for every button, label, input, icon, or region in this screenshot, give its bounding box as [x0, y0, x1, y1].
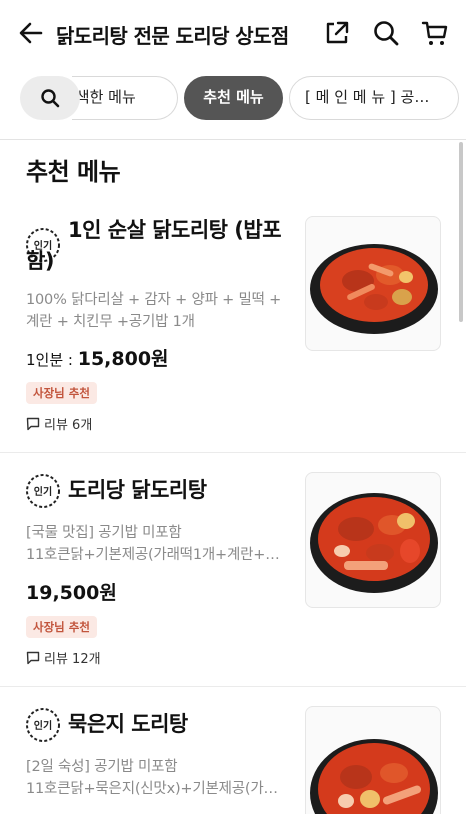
menu-item-price: 19,500원 [26, 582, 117, 604]
tab-main-menu[interactable]: [ 메 인 메 뉴 ] 공기밥 미포함 [289, 76, 459, 120]
menu-item[interactable]: 인기 도리당 닭도리탕 [국물 맛집] 공기밥 미포함 11호큰닭+기본제공(가… [0, 454, 466, 687]
search-icon [41, 89, 60, 108]
price-prefix: 1인분 : [26, 351, 78, 369]
menu-item-name: 묵은지 도리탕 [68, 712, 188, 736]
review-count-text: 리뷰 6개 [44, 418, 93, 433]
menu-item-name: 1인 순살 닭도리탕 (밥포함) [26, 218, 282, 273]
menu-search-button[interactable] [20, 76, 80, 120]
menu-item[interactable]: 인기 묵은지 도리탕 [2일 숙성] 공기밥 미포함 11호큰닭+묵은지(신맛x… [0, 688, 466, 814]
review-count: 리뷰 6개 [26, 414, 92, 433]
arrow-left-icon [19, 22, 43, 44]
dakdoritang-photo-icon [310, 244, 438, 334]
price-value: 15,800원 [77, 348, 169, 370]
menu-item[interactable]: 인기 1인 순살 닭도리탕 (밥포함) 100% 닭다리살 + 감자 + 양파 … [0, 196, 466, 453]
description-line: 11호큰닭+기본제공(가래떡1개+계란+… [26, 547, 280, 563]
app-header: 닭도리탕 전문 도리당 상도점 [0, 0, 466, 66]
back-button[interactable] [16, 18, 46, 48]
menu-item-image[interactable] [305, 472, 441, 608]
description-line: [국물 맛집] 공기밥 미포함 [26, 525, 182, 541]
menu-item-description: [2일 숙성] 공기밥 미포함 11호큰닭+묵은지(신맛x)+기본제공(가… [26, 756, 296, 800]
menu-item-price: 1인분 : 15,800원 [26, 344, 169, 371]
menu-item-description: [국물 맛집] 공기밥 미포함 11호큰닭+기본제공(가래떡1개+계란+… [26, 522, 296, 566]
search-button[interactable] [371, 18, 401, 48]
menu-item-name: 도리당 닭도리탕 [68, 478, 207, 502]
tab-searched-menu[interactable]: 검색한 메뉴 [72, 76, 178, 120]
menu-item-image[interactable] [305, 706, 441, 814]
menu-category-tabs: 검색한 메뉴 추천 메뉴 [ 메 인 메 뉴 ] 공기밥 미포함 [0, 66, 466, 140]
dakdoritang-photo-icon [310, 493, 438, 593]
store-title: 닭도리탕 전문 도리당 상도점 [56, 24, 289, 48]
share-icon [326, 21, 349, 44]
comment-icon [26, 417, 40, 431]
owner-recommend-tag: 사장님 추천 [26, 382, 97, 404]
review-count-text: 리뷰 12개 [44, 652, 101, 667]
description-line: [2일 숙성] 공기밥 미포함 [26, 759, 178, 775]
comment-icon [26, 651, 40, 665]
dakdoritang-photo-icon [310, 739, 438, 814]
cart-icon [421, 21, 448, 45]
review-count: 리뷰 12개 [26, 648, 101, 667]
cart-button[interactable] [420, 18, 450, 48]
tab-recommended-menu[interactable]: 추천 메뉴 [184, 76, 283, 120]
share-button[interactable] [322, 18, 352, 48]
description-line: 11호큰닭+묵은지(신맛x)+기본제공(가… [26, 781, 278, 797]
menu-item-image[interactable] [305, 216, 441, 351]
search-icon [374, 21, 399, 46]
owner-recommend-tag: 사장님 추천 [26, 616, 97, 638]
section-title: 추천 메뉴 [26, 158, 121, 186]
menu-item-description: 100% 닭다리살 + 감자 + 양파 + 밀떡 + 계란 + 치킨무 +공기밥… [26, 292, 282, 330]
